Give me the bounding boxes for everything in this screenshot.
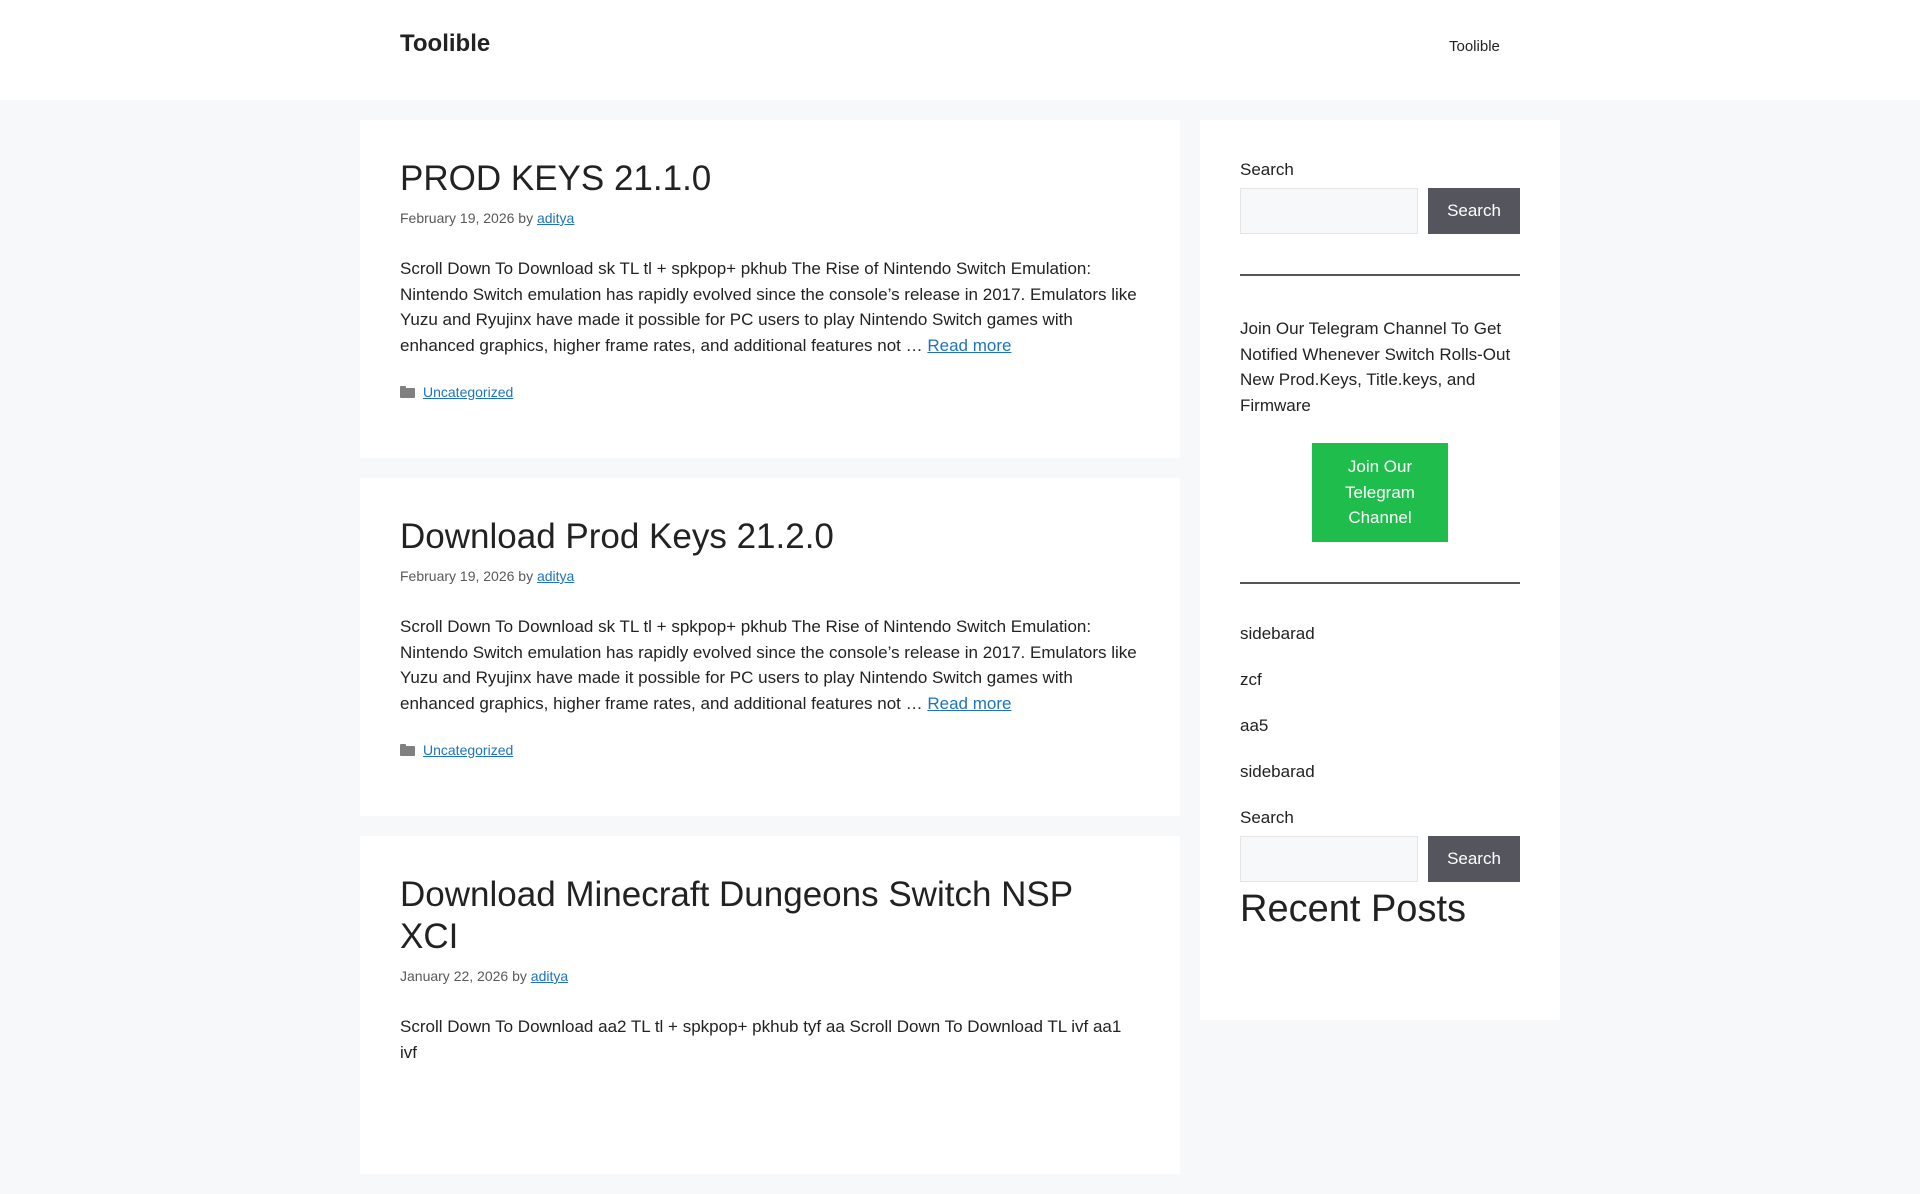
post-title[interactable]: Download Minecraft Dungeons Switch NSP X…: [400, 875, 1072, 956]
post-card: Download Minecraft Dungeons Switch NSP X…: [360, 836, 1180, 1174]
post-date: January 22, 2026: [400, 968, 509, 984]
post-title[interactable]: Download Prod Keys 21.2.0: [400, 517, 834, 556]
post-excerpt-text: Scroll Down To Download sk TL tl + spkpo…: [400, 617, 1137, 713]
post-meta: February 19, 2026 by aditya: [400, 568, 1140, 584]
search-label: Search: [1240, 160, 1294, 179]
search-form: Search: [1240, 835, 1520, 882]
post-excerpt: Scroll Down To Download sk TL tl + spkpo…: [400, 614, 1140, 716]
search-label: Search: [1240, 807, 1294, 827]
post-meta: February 19, 2026 by aditya: [400, 210, 1140, 226]
post-author-link[interactable]: aditya: [531, 968, 568, 984]
category-link[interactable]: Uncategorized: [423, 742, 513, 758]
search-button[interactable]: Search: [1428, 835, 1520, 882]
telegram-promo-text: Join Our Telegram Channel To Get Notifie…: [1240, 319, 1511, 415]
post-category: Uncategorized: [400, 384, 1140, 400]
post-by: by: [518, 210, 534, 226]
post-author-link[interactable]: aditya: [537, 210, 574, 226]
search-input[interactable]: [1240, 188, 1418, 234]
main-content: PROD KEYS 21.1.0 February 19, 2026 by ad…: [360, 120, 1180, 1194]
nav-item-toolible[interactable]: Toolible: [1449, 38, 1500, 55]
post-excerpt: Scroll Down To Download aa2 TL tl + spkp…: [400, 1014, 1140, 1065]
sidebar: Search Search Join Our Telegram Channel …: [1200, 120, 1560, 1020]
post-card: PROD KEYS 21.1.0 February 19, 2026 by ad…: [360, 120, 1180, 458]
sidebar-widget-text: sidebarad: [1240, 623, 1315, 643]
post-date: February 19, 2026: [400, 210, 515, 226]
search-button[interactable]: Search: [1428, 188, 1520, 234]
read-more-link[interactable]: Read more: [927, 694, 1011, 713]
sidebar-widget-text: zcf: [1240, 669, 1262, 689]
sidebar-widget-text: aa5: [1240, 715, 1269, 735]
post-date: February 19, 2026: [400, 568, 515, 584]
sidebar-widget-text: sidebarad: [1240, 761, 1315, 781]
telegram-button-wrap: Join Our Telegram Channel: [1240, 443, 1520, 542]
post-card: Download Prod Keys 21.2.0 February 19, 2…: [360, 478, 1180, 816]
post-by: by: [518, 568, 534, 584]
recent-posts-heading: Recent Posts: [1240, 887, 1466, 930]
search-form: Search: [1240, 188, 1520, 234]
join-telegram-button[interactable]: Join Our Telegram Channel: [1312, 443, 1448, 542]
post-title[interactable]: PROD KEYS 21.1.0: [400, 159, 711, 198]
search-input[interactable]: [1240, 835, 1418, 882]
folder-icon: [400, 386, 415, 398]
read-more-link[interactable]: Read more: [927, 336, 1011, 355]
post-excerpt: Scroll Down To Download sk TL tl + spkpo…: [400, 256, 1140, 358]
divider: [1240, 274, 1520, 276]
divider: [1240, 581, 1520, 584]
post-excerpt-text: Scroll Down To Download sk TL tl + spkpo…: [400, 259, 1137, 355]
post-meta: January 22, 2026 by aditya: [400, 968, 1140, 984]
post-by: by: [512, 968, 527, 984]
category-link[interactable]: Uncategorized: [423, 384, 513, 400]
post-excerpt-text: Scroll Down To Download aa2 TL tl + spkp…: [400, 1017, 1122, 1062]
site-header: Toolible Toolible: [0, 0, 1920, 100]
post-category: Uncategorized: [400, 742, 1140, 758]
folder-icon: [400, 744, 415, 756]
site-title[interactable]: Toolible: [400, 30, 490, 58]
sidebar-widgets: sidebarad zcf aa5 sidebarad: [1240, 624, 1520, 782]
post-author-link[interactable]: aditya: [537, 568, 574, 584]
